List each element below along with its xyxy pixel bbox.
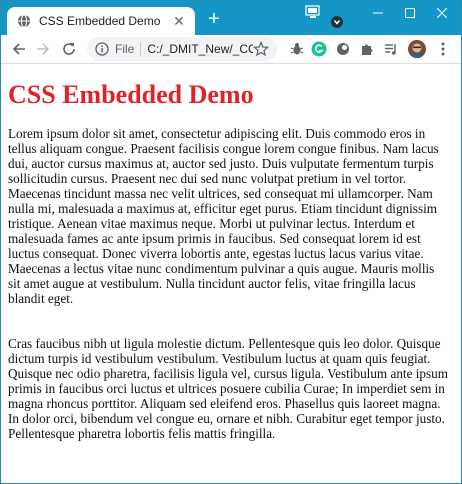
extension-circle-button[interactable] [333, 39, 353, 59]
minimize-button[interactable] [361, 1, 395, 25]
extensions-button[interactable] [357, 39, 377, 59]
arrow-left-icon [12, 43, 25, 55]
tab-search-icon[interactable] [331, 15, 343, 28]
maximize-icon [405, 8, 415, 18]
minimize-icon [373, 12, 383, 14]
close-icon [437, 8, 447, 18]
page-content: CSS Embedded Demo Lorem ipsum dolor sit … [1, 64, 461, 483]
info-icon[interactable] [95, 42, 109, 56]
puzzle-icon [362, 44, 373, 55]
star-icon[interactable] [253, 41, 269, 57]
profile-button[interactable] [407, 39, 427, 59]
browser-toolbar: File C:/_DMIT_New/_CO... [1, 35, 461, 64]
globe-icon [17, 14, 31, 28]
paragraph-1: Lorem ipsum dolor sit amet, consectetur … [8, 126, 439, 306]
media-queue-icon [385, 44, 396, 55]
back-button[interactable] [9, 39, 29, 59]
tab-css-embedded-demo[interactable]: CSS Embedded Demo ✕ [7, 7, 195, 35]
new-tab-button[interactable]: + [204, 9, 224, 29]
close-window-button[interactable] [425, 1, 459, 25]
scheme-label: File [115, 42, 135, 56]
url-text[interactable]: C:/_DMIT_New/_CO... [147, 42, 253, 56]
close-tab-icon[interactable]: ✕ [171, 13, 187, 29]
maximize-button[interactable] [393, 1, 427, 25]
avatar [408, 40, 426, 58]
browser-window: CSS Embedded Demo ✕ + File C:/_DMIT_New/… [0, 0, 462, 484]
address-separator [140, 42, 142, 56]
reload-button[interactable] [59, 39, 79, 59]
browser-menu-button[interactable] [433, 39, 453, 59]
arrow-right-icon [37, 43, 50, 55]
grammarly-icon [311, 41, 327, 57]
circle-extension-icon [337, 43, 349, 55]
title-bar: CSS Embedded Demo ✕ + [1, 1, 461, 35]
forward-button[interactable] [33, 39, 53, 59]
kebab-menu-icon [441, 42, 445, 56]
cast-icon[interactable] [305, 5, 321, 19]
media-queue-button[interactable] [381, 39, 401, 59]
paragraph-2: Cras faucibus nibh ut ligula molestie di… [8, 336, 448, 441]
reload-icon [63, 43, 75, 55]
extension-bug-button[interactable] [287, 39, 307, 59]
page-heading: CSS Embedded Demo [8, 80, 254, 109]
extension-grammarly-button[interactable] [309, 39, 329, 59]
address-bar[interactable]: File C:/_DMIT_New/_CO... [87, 37, 277, 61]
bug-icon [290, 43, 304, 55]
tab-title: CSS Embedded Demo [39, 14, 161, 28]
